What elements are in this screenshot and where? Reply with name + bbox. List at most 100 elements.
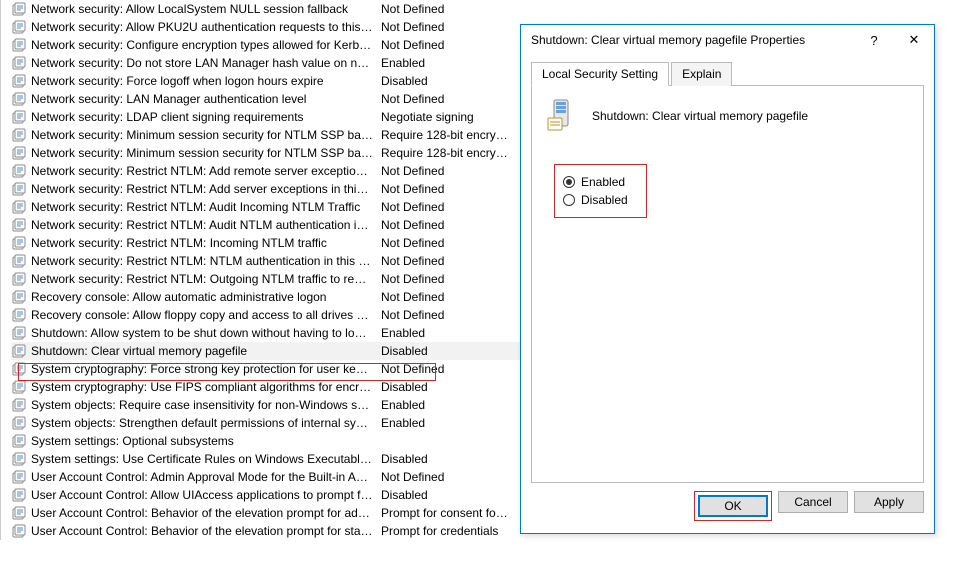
policy-setting: Enabled <box>381 324 511 342</box>
policy-setting: Not Defined <box>381 216 511 234</box>
policy-name: Recovery console: Allow automatic admini… <box>31 288 381 306</box>
policy-icon <box>11 37 27 53</box>
policy-row[interactable]: Network security: Allow LocalSystem NULL… <box>11 0 520 18</box>
policy-row[interactable]: Shutdown: Allow system to be shut down w… <box>11 324 520 342</box>
policy-icon <box>11 199 27 215</box>
policy-setting: Not Defined <box>381 270 511 288</box>
policy-setting: Disabled <box>381 342 511 360</box>
policy-icon <box>11 361 27 377</box>
policy-row[interactable]: Recovery console: Allow automatic admini… <box>11 288 520 306</box>
policy-row[interactable]: Network security: Minimum session securi… <box>11 126 520 144</box>
policy-setting: Not Defined <box>381 36 511 54</box>
radio-disabled[interactable]: Disabled <box>563 193 628 207</box>
policy-icon <box>11 217 27 233</box>
policy-icon <box>11 343 27 359</box>
radio-group-highlight: Enabled Disabled <box>554 164 647 218</box>
radio-circle-icon <box>563 176 575 188</box>
policy-row[interactable]: User Account Control: Admin Approval Mod… <box>11 468 520 486</box>
policy-setting: Prompt for consent for non-Windows binar… <box>381 504 511 522</box>
policy-row[interactable]: Network security: Minimum session securi… <box>11 144 520 162</box>
policy-setting: Not Defined <box>381 288 511 306</box>
tab-strip: Local Security Setting Explain <box>531 61 924 86</box>
policy-row[interactable]: System cryptography: Use FIPS compliant … <box>11 378 520 396</box>
policy-row[interactable]: Network security: Restrict NTLM: Add ser… <box>11 180 520 198</box>
policy-icon <box>11 127 27 143</box>
policy-icon <box>11 469 27 485</box>
policy-row[interactable]: System objects: Require case insensitivi… <box>11 396 520 414</box>
policy-name: User Account Control: Allow UIAccess app… <box>31 486 381 504</box>
ok-highlight: OK <box>694 491 772 521</box>
policy-icon <box>11 109 27 125</box>
button-bar: OK Cancel Apply <box>521 491 934 533</box>
policy-row[interactable]: System objects: Strengthen default permi… <box>11 414 520 432</box>
tab-local-security-setting[interactable]: Local Security Setting <box>531 62 669 86</box>
policy-icon <box>11 379 27 395</box>
close-button[interactable]: ✕ <box>894 25 934 55</box>
policy-name: Shutdown: Clear virtual memory pagefile <box>31 342 381 360</box>
policy-setting: Disabled <box>381 72 511 90</box>
policy-name: Network security: Allow LocalSystem NULL… <box>31 0 381 18</box>
apply-button[interactable]: Apply <box>854 491 924 513</box>
policy-row[interactable]: Network security: Force logoff when logo… <box>11 72 520 90</box>
policy-icon <box>11 1 27 17</box>
policy-name: Network security: LAN Manager authentica… <box>31 90 381 108</box>
radio-disabled-label: Disabled <box>581 193 628 207</box>
policy-row[interactable]: Network security: Restrict NTLM: Audit N… <box>11 216 520 234</box>
policy-name: System cryptography: Force strong key pr… <box>31 360 381 378</box>
dialog-title: Shutdown: Clear virtual memory pagefile … <box>531 33 854 47</box>
radio-circle-icon <box>563 194 575 206</box>
radio-enabled[interactable]: Enabled <box>563 175 628 189</box>
policy-row[interactable]: Network security: Restrict NTLM: Outgoin… <box>11 270 520 288</box>
policy-row[interactable]: Network security: Configure encryption t… <box>11 36 520 54</box>
cancel-button[interactable]: Cancel <box>778 491 848 513</box>
policy-row[interactable]: System settings: Use Certificate Rules o… <box>11 450 520 468</box>
policy-setting: Prompt for credentials <box>381 522 511 540</box>
policy-setting: Not Defined <box>381 234 511 252</box>
policy-icon <box>11 487 27 503</box>
policy-setting: Require 128-bit encryption <box>381 144 511 162</box>
policy-row[interactable]: Network security: Restrict NTLM: NTLM au… <box>11 252 520 270</box>
policy-row[interactable]: Network security: Allow PKU2U authentica… <box>11 18 520 36</box>
policy-row[interactable]: Network security: Do not store LAN Manag… <box>11 54 520 72</box>
policy-row[interactable]: User Account Control: Allow UIAccess app… <box>11 486 520 504</box>
policy-setting: Not Defined <box>381 306 511 324</box>
policy-setting: Not Defined <box>381 360 511 378</box>
tab-explain[interactable]: Explain <box>671 62 732 86</box>
policy-row[interactable]: Network security: Restrict NTLM: Incomin… <box>11 234 520 252</box>
policy-row[interactable]: Network security: Restrict NTLM: Add rem… <box>11 162 520 180</box>
policy-list[interactable]: Network security: Allow LocalSystem NULL… <box>0 0 520 540</box>
policy-icon <box>11 235 27 251</box>
policy-row[interactable]: User Account Control: Behavior of the el… <box>11 522 520 540</box>
policy-icon <box>11 433 27 449</box>
tab-body: Shutdown: Clear virtual memory pagefile … <box>531 86 924 483</box>
policy-name: Network security: Minimum session securi… <box>31 144 381 162</box>
policy-row[interactable]: System cryptography: Force strong key pr… <box>11 360 520 378</box>
policy-row[interactable]: Network security: LAN Manager authentica… <box>11 90 520 108</box>
policy-row[interactable]: Network security: Restrict NTLM: Audit I… <box>11 198 520 216</box>
policy-icon <box>11 271 27 287</box>
policy-name: Shutdown: Allow system to be shut down w… <box>31 324 381 342</box>
policy-name: System settings: Optional subsystems <box>31 432 381 450</box>
policy-row[interactable]: Shutdown: Clear virtual memory pagefileD… <box>11 342 520 360</box>
properties-dialog: Shutdown: Clear virtual memory pagefile … <box>520 24 935 534</box>
policy-row[interactable]: Recovery console: Allow floppy copy and … <box>11 306 520 324</box>
policy-icon <box>11 55 27 71</box>
policy-icon <box>11 19 27 35</box>
policy-name: User Account Control: Admin Approval Mod… <box>31 468 381 486</box>
policy-name: Network security: Restrict NTLM: Add ser… <box>31 180 381 198</box>
help-button[interactable]: ? <box>854 25 894 55</box>
radio-enabled-label: Enabled <box>581 175 625 189</box>
policy-name: User Account Control: Behavior of the el… <box>31 504 381 522</box>
policy-setting: Not Defined <box>381 468 511 486</box>
policy-setting: Disabled <box>381 486 511 504</box>
policy-setting: Enabled <box>381 396 511 414</box>
policy-row[interactable]: Network security: LDAP client signing re… <box>11 108 520 126</box>
ok-button[interactable]: OK <box>698 495 768 517</box>
policy-setting: Not Defined <box>381 162 511 180</box>
policy-row[interactable]: System settings: Optional subsystems <box>11 432 520 450</box>
policy-name: Recovery console: Allow floppy copy and … <box>31 306 381 324</box>
policy-icon <box>11 415 27 431</box>
policy-name: Network security: Restrict NTLM: NTLM au… <box>31 252 381 270</box>
policy-setting: Enabled <box>381 414 511 432</box>
policy-row[interactable]: User Account Control: Behavior of the el… <box>11 504 520 522</box>
